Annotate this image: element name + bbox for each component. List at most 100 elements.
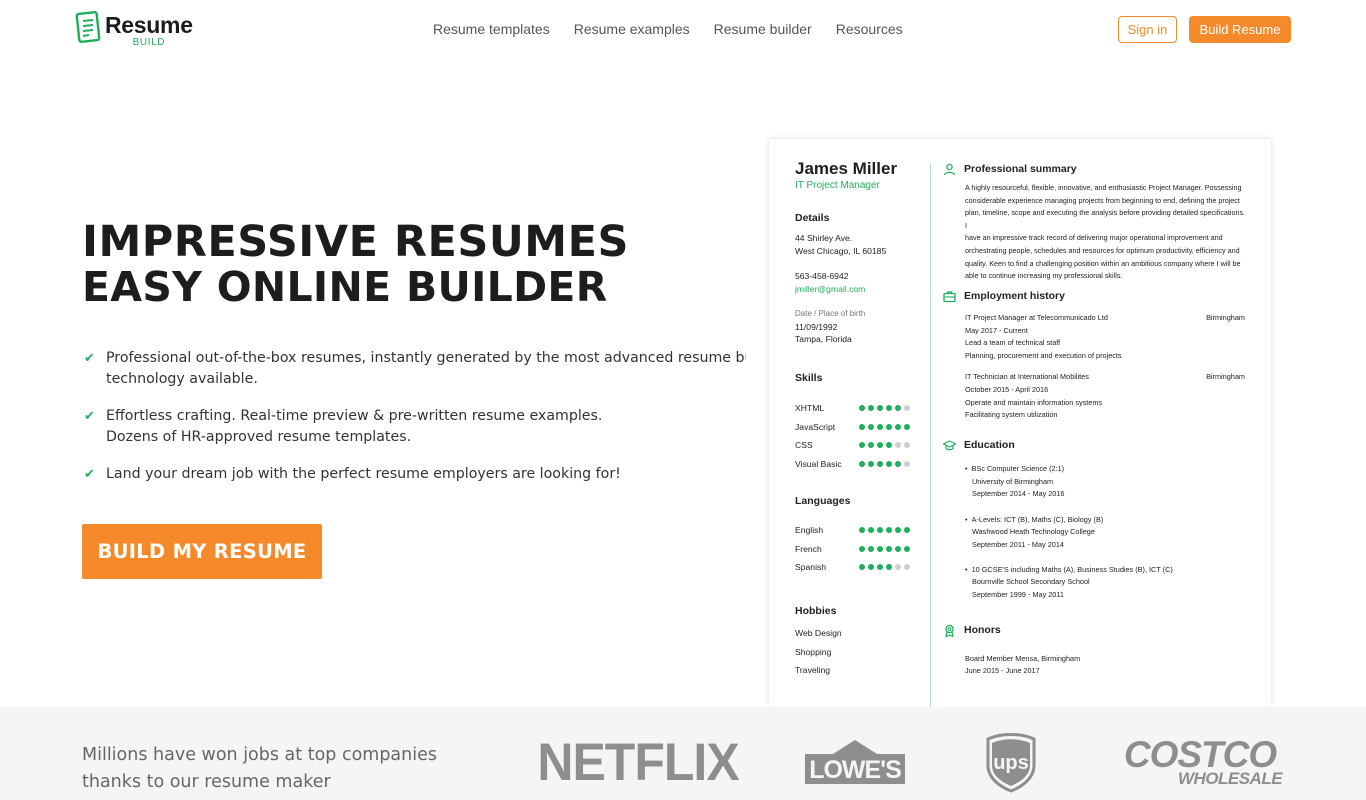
- education-degree: • A-Levels: ICT (B), Maths (C), Biology …: [965, 515, 1104, 524]
- employment-heading: Employment history: [964, 290, 1065, 302]
- skill-name: JavaScript: [795, 421, 836, 432]
- job-bullet: Facilitating system utilization: [965, 410, 1058, 419]
- hobbies-heading: Hobbies: [795, 605, 837, 617]
- rating-dot: [895, 564, 901, 570]
- costco-wordmark: COSTCO: [1123, 734, 1277, 775]
- hobby-item: Shopping: [795, 647, 832, 657]
- nav-resume-templates[interactable]: Resume templates: [433, 20, 550, 38]
- social-proof-band: Millions have won jobs at top companies …: [0, 707, 1366, 800]
- education-degree: • 10 GCSE'S including Maths (A), Busines…: [965, 565, 1173, 574]
- skill-rating: [859, 460, 910, 467]
- rating-dot: [904, 405, 910, 411]
- job-title-row: IT Technician at International Mobilites…: [965, 371, 1245, 384]
- job-dates: October 2015 - April 2016: [965, 385, 1049, 394]
- skill-name: CSS: [795, 440, 813, 450]
- document-icon: [75, 11, 101, 43]
- feature-text: Land your dream job with the perfect res…: [106, 466, 621, 482]
- job-title: IT Project Manager at Telecommunicado Lt…: [965, 313, 1108, 322]
- costco-logo: COSTCO WHOLESALE: [1115, 734, 1285, 787]
- language-name: French: [795, 543, 822, 554]
- skill-name: Visual Basic: [795, 458, 842, 469]
- resume-divider: [930, 163, 931, 707]
- rating-dot: [886, 545, 892, 552]
- rating-dot: [904, 460, 910, 467]
- resume-job-title: IT Project Manager: [795, 180, 880, 191]
- rating-dot: [895, 442, 901, 448]
- summary-line: have an impressive track record of deliv…: [965, 233, 1223, 243]
- nav-resources[interactable]: Resources: [836, 20, 903, 38]
- lowes-logo: LOWE'S: [803, 738, 907, 786]
- feature-list: ✔ Professional out-of-the-box resumes, i…: [82, 348, 746, 501]
- feature-item: ✔ Effortless crafting. Real-time preview…: [82, 406, 746, 448]
- rating-dot: [868, 564, 874, 570]
- education-school: Bournville School Secondary School: [972, 577, 1090, 586]
- rating-dot: [868, 423, 874, 430]
- feature-text: technology available.: [106, 371, 258, 387]
- resume-preview[interactable]: James Miller IT Project Manager Details …: [769, 139, 1271, 707]
- logo[interactable]: Resume BUILD: [74, 10, 194, 50]
- skills-heading: Skills: [795, 372, 823, 384]
- job-title: IT Technician at International Mobilites: [965, 372, 1089, 381]
- summary-line: A highly resourceful, flexible, innovati…: [965, 183, 1242, 192]
- languages-heading: Languages: [795, 495, 851, 507]
- address-line-2: West Chicago, IL 60185: [795, 246, 887, 256]
- rating-dot: [868, 405, 874, 411]
- rating-dot: [859, 460, 865, 467]
- place-of-birth: Tampa, Florida: [795, 334, 852, 344]
- rating-dot: [904, 527, 910, 533]
- rating-dot: [877, 527, 883, 533]
- main-nav: Resume templates Resume examples Resume …: [433, 20, 903, 38]
- rating-dot: [886, 423, 892, 430]
- skill-name: XHTML: [795, 403, 825, 413]
- hobby-item: Traveling: [795, 665, 831, 675]
- degree-text: BSc Computer Science (2:1): [971, 464, 1065, 473]
- rating-dot: [859, 564, 865, 570]
- rating-dot: [868, 442, 874, 448]
- rating-dot: [877, 405, 883, 411]
- rating-dot: [904, 442, 910, 448]
- feature-text: Dozens of HR-approved resume templates.: [106, 429, 412, 445]
- rating-dot: [859, 423, 865, 430]
- degree-text: A-Levels: ICT (B), Maths (C), Biology (B…: [971, 515, 1104, 524]
- language-name: English: [795, 525, 824, 535]
- education-dates: September 1999 - May 2011: [972, 590, 1064, 599]
- sign-in-button[interactable]: Sign in: [1118, 16, 1177, 43]
- job-bullet: Operate and maintain information systems: [965, 398, 1103, 407]
- build-resume-button[interactable]: Build Resume: [1189, 16, 1291, 43]
- summary-line: orchestrating people, schedules and reso…: [965, 245, 1240, 255]
- rating-dot: [895, 527, 901, 533]
- check-icon: ✔: [84, 351, 95, 366]
- ups-wordmark: ups: [993, 752, 1029, 774]
- honor-dates: June 2015 - June 2017: [965, 666, 1040, 675]
- rating-dot: [859, 527, 865, 533]
- email: jmiller@gmail.com: [795, 284, 866, 294]
- nav-resume-builder[interactable]: Resume builder: [714, 20, 812, 38]
- netflix-logo: NETFLIX: [537, 732, 739, 792]
- rating-dot: [868, 527, 874, 533]
- nav-resume-examples[interactable]: Resume examples: [574, 20, 690, 38]
- summary-line: considerable experience managing project…: [965, 195, 1240, 205]
- language-name: Spanish: [795, 562, 827, 572]
- job-bullet: Lead a team of technical staff: [965, 338, 1061, 347]
- rating-dot: [859, 545, 865, 552]
- check-icon: ✔: [84, 409, 95, 424]
- rating-dot: [886, 527, 892, 533]
- rating-dot: [904, 423, 910, 430]
- education-degree: • BSc Computer Science (2:1): [965, 464, 1065, 473]
- job-bullet: Planning, procurement and execution of p…: [965, 351, 1122, 360]
- education-school: Washwood Heath Technology College: [972, 527, 1095, 536]
- rating-dot: [877, 545, 883, 552]
- feature-text: Effortless crafting. Real-time preview &…: [106, 408, 603, 424]
- honors-heading: Honors: [964, 624, 1001, 636]
- hobby-item: Web Design: [795, 628, 842, 638]
- rating-dot: [895, 405, 901, 411]
- build-my-resume-button[interactable]: BUILD MY RESUME: [82, 524, 322, 579]
- rating-dot: [895, 423, 901, 430]
- language-rating: [859, 545, 910, 552]
- job-location: Birmingham: [1206, 313, 1245, 322]
- resume-name: James Miller: [795, 159, 898, 178]
- person-icon: [943, 163, 956, 176]
- language-rating: [859, 564, 910, 570]
- rating-dot: [886, 442, 892, 448]
- education-heading: Education: [964, 439, 1015, 451]
